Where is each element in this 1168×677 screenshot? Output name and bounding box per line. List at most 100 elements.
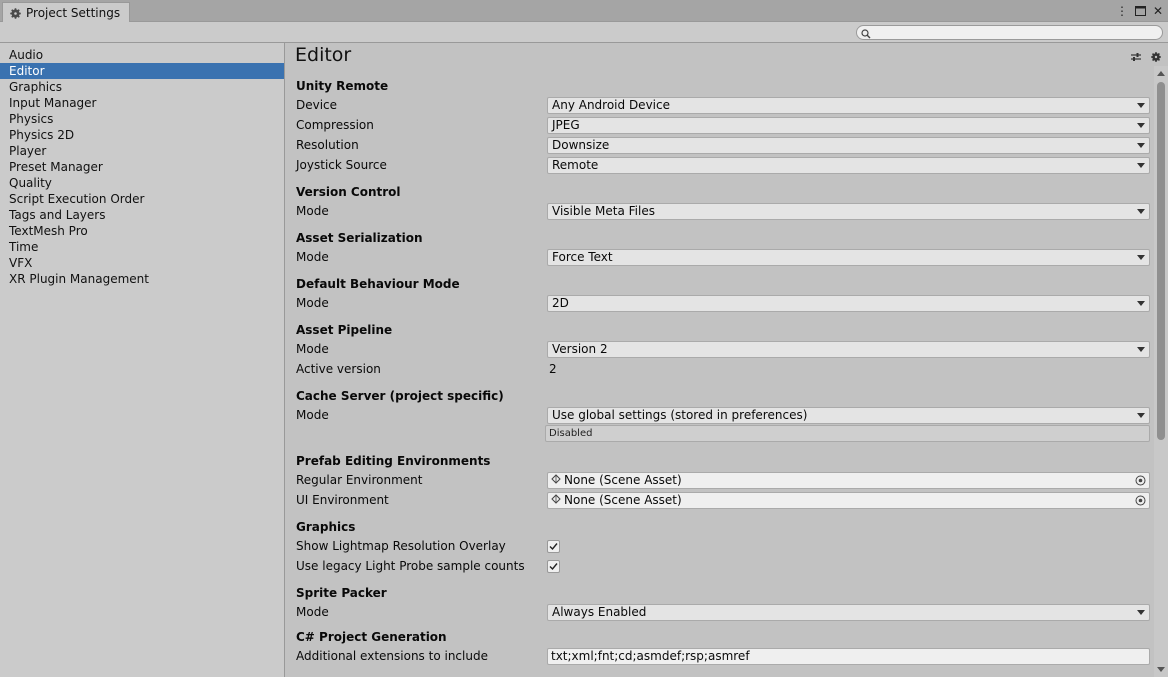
cs-mode-label: Mode [296,408,329,422]
search-icon [861,28,871,38]
row-ap-mode: Mode Version 2 [296,339,1151,359]
row-ap-active: Active version 2 [296,359,1151,379]
section-cache-server: Cache Server (project specific) [296,389,504,403]
scroll-up-icon[interactable] [1157,71,1165,76]
extensions-label: Additional extensions to include [296,649,488,663]
device-value: Any Android Device [552,98,670,112]
db-mode-label: Mode [296,296,329,310]
section-default-behaviour: Default Behaviour Mode [296,277,460,291]
resolution-value: Downsize [552,138,610,152]
cs-mode-value: Use global settings (stored in preferenc… [552,408,808,422]
joystick-value: Remote [552,158,599,172]
close-icon[interactable]: ✕ [1152,4,1164,18]
ap-active-label: Active version [296,362,381,376]
extensions-input[interactable]: txt;xml;fnt;cd;asmdef;rsp;asmref [547,647,1150,665]
row-cs-mode: Mode Use global settings (stored in pref… [296,405,1151,425]
db-mode-value: 2D [552,296,569,310]
dropdown-arrow-icon [1137,346,1145,352]
settings-gear-icon[interactable] [1150,51,1162,63]
section-graphics: Graphics [296,520,356,534]
dropdown-arrow-icon [1137,142,1145,148]
dropdown-arrow-icon [1137,162,1145,168]
lightmap-overlay-checkbox[interactable] [547,539,560,553]
window-tab-bar: Project Settings ⋮ ✕ [0,0,1168,23]
tab-title: Project Settings [26,6,121,20]
vc-mode-label: Mode [296,204,329,218]
sidebar-item-physics[interactable]: Physics [0,111,284,127]
scene-asset-icon [551,493,561,507]
joystick-label: Joystick Source [296,158,387,172]
row-vc-mode: Mode Visible Meta Files [296,201,1151,221]
sidebar-item-physics-2d[interactable]: Physics 2D [0,127,284,143]
section-unity-remote: Unity Remote [296,79,389,93]
section-prefab-env: Prefab Editing Environments [296,454,491,468]
vc-mode-value: Visible Meta Files [552,204,655,218]
settings-main-panel: Editor Unity Remote Device Any Android D… [286,43,1168,677]
legacy-probe-checkbox[interactable] [547,559,560,573]
maximize-icon[interactable] [1134,4,1146,18]
sidebar-item-quality[interactable]: Quality [0,175,284,191]
resolution-dropdown[interactable]: Downsize [547,136,1150,154]
row-lightmap-overlay: Show Lightmap Resolution Overlay [296,536,1151,556]
compression-value: JPEG [552,118,580,132]
sidebar-item-editor[interactable]: Editor [0,63,284,79]
compression-dropdown[interactable]: JPEG [547,116,1150,134]
lightmap-overlay-label: Show Lightmap Resolution Overlay [296,539,506,553]
scene-asset-icon [551,473,561,487]
ui-env-value: None (Scene Asset) [564,493,682,507]
sidebar-item-audio[interactable]: Audio [0,47,284,63]
sp-mode-dropdown[interactable]: Always Enabled [547,603,1150,621]
cs-mode-dropdown[interactable]: Use global settings (stored in preferenc… [547,406,1150,424]
search-input[interactable] [856,25,1163,40]
object-picker-icon[interactable] [1135,475,1146,486]
sidebar-item-graphics[interactable]: Graphics [0,79,284,95]
device-dropdown[interactable]: Any Android Device [547,96,1150,114]
sidebar-item-tags-and-layers[interactable]: Tags and Layers [0,207,284,223]
legacy-probe-label: Use legacy Light Probe sample counts [296,559,525,573]
row-compression: Compression JPEG [296,115,1151,135]
db-mode-dropdown[interactable]: 2D [547,294,1150,312]
dropdown-arrow-icon [1137,122,1145,128]
ui-env-label: UI Environment [296,493,389,507]
row-legacy-probe: Use legacy Light Probe sample counts [296,556,1151,576]
as-mode-dropdown[interactable]: Force Text [547,248,1150,266]
device-label: Device [296,98,338,112]
more-icon[interactable]: ⋮ [1116,4,1128,18]
scroll-thumb[interactable] [1157,82,1165,440]
vc-mode-dropdown[interactable]: Visible Meta Files [547,202,1150,220]
ap-mode-dropdown[interactable]: Version 2 [547,340,1150,358]
section-sprite-packer: Sprite Packer [296,586,387,600]
section-csharp-gen: C# Project Generation [296,630,447,644]
sp-mode-value: Always Enabled [552,605,647,619]
dropdown-arrow-icon [1137,609,1145,615]
vertical-scrollbar[interactable] [1154,66,1168,677]
row-as-mode: Mode Force Text [296,247,1151,267]
settings-content: Unity Remote Device Any Android Device C… [296,77,1151,666]
compression-label: Compression [296,118,374,132]
dropdown-arrow-icon [1137,254,1145,260]
sidebar-item-vfx[interactable]: VFX [0,255,284,271]
dropdown-arrow-icon [1137,412,1145,418]
ui-env-field[interactable]: None (Scene Asset) [547,491,1150,509]
project-settings-tab[interactable]: Project Settings [2,2,130,23]
sidebar-item-textmesh-pro[interactable]: TextMesh Pro [0,223,284,239]
scroll-down-icon[interactable] [1157,667,1165,672]
sidebar-item-script-execution-order[interactable]: Script Execution Order [0,191,284,207]
sidebar-item-xr-plugin-management[interactable]: XR Plugin Management [0,271,284,287]
sidebar-item-player[interactable]: Player [0,143,284,159]
toolbar [0,22,1168,43]
section-version-control: Version Control [296,185,401,199]
sidebar-item-input-manager[interactable]: Input Manager [0,95,284,111]
regular-env-field[interactable]: None (Scene Asset) [547,471,1150,489]
resolution-label: Resolution [296,138,359,152]
page-title: Editor [295,44,352,66]
sp-mode-label: Mode [296,605,329,619]
cache-server-status: Disabled [545,425,1150,442]
sidebar-item-time[interactable]: Time [0,239,284,255]
joystick-dropdown[interactable]: Remote [547,156,1150,174]
sidebar-item-preset-manager[interactable]: Preset Manager [0,159,284,175]
object-picker-icon[interactable] [1135,495,1146,506]
row-device: Device Any Android Device [296,95,1151,115]
preset-icon[interactable] [1130,51,1142,63]
ap-mode-value: Version 2 [552,342,608,356]
